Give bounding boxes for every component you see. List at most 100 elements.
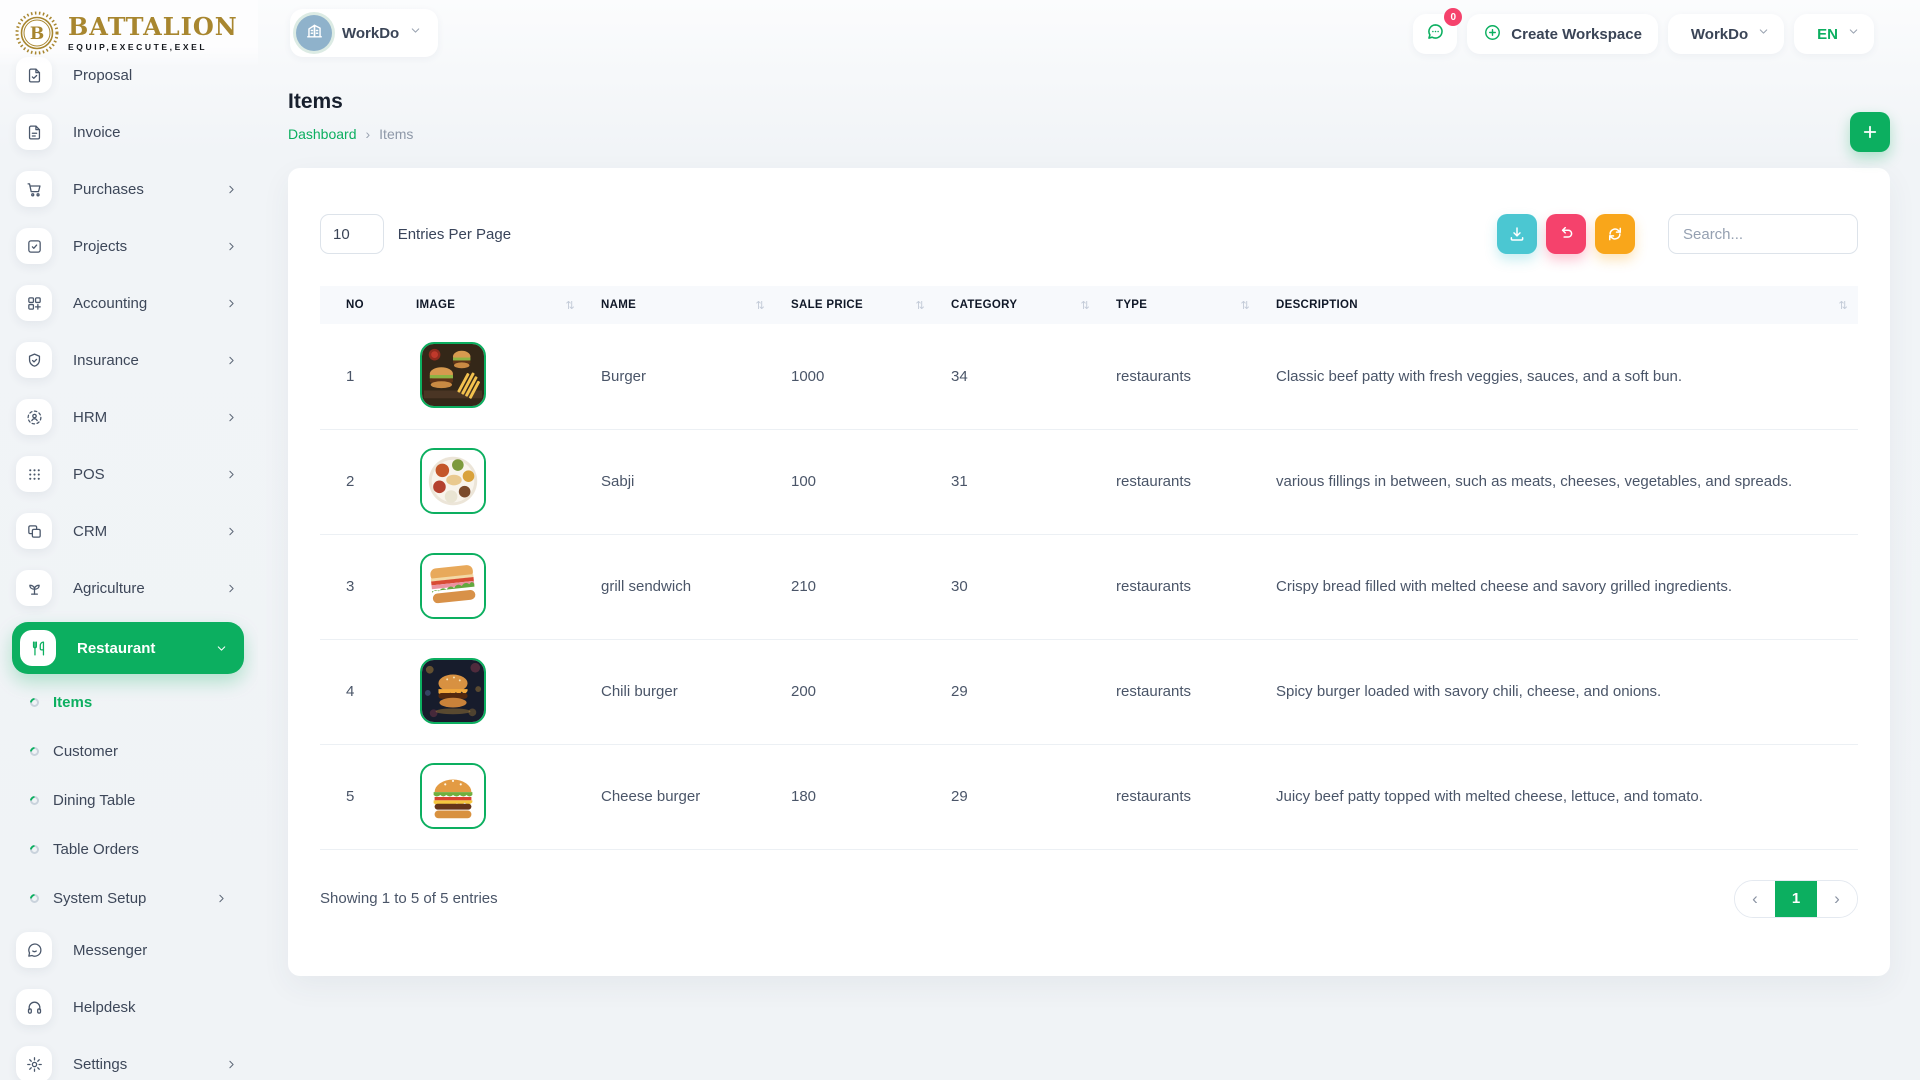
cell-name: Cheese burger (585, 744, 775, 849)
table-header: NOIMAGE⇅NAME⇅SALE PRICE⇅CATEGORY⇅TYPE⇅DE… (320, 286, 1858, 324)
sidebar-item-agriculture[interactable]: Agriculture (16, 565, 242, 611)
column-label: CATEGORY (951, 299, 1017, 311)
workspace-label: WorkDo (342, 25, 399, 42)
export-button[interactable] (1497, 214, 1537, 254)
toolbar-actions (1497, 214, 1858, 254)
item-image (420, 763, 486, 829)
sidebar-item-messenger[interactable]: Messenger (16, 927, 242, 973)
sidebar-item-projects[interactable]: Projects (16, 223, 242, 269)
cell-image (400, 429, 585, 534)
download-icon (1508, 225, 1526, 243)
cell-type: restaurants (1100, 429, 1260, 534)
cell-image (400, 324, 585, 429)
sidebar-item-label: Settings (73, 1056, 225, 1073)
refresh-button[interactable] (1595, 214, 1635, 254)
sidebar-item-items[interactable]: Items (30, 682, 232, 722)
sidebar-item-dining-table[interactable]: Dining Table (30, 780, 232, 820)
cell-no: 5 (320, 744, 400, 849)
items-table: NOIMAGE⇅NAME⇅SALE PRICE⇅CATEGORY⇅TYPE⇅DE… (320, 286, 1858, 850)
chevron-right-icon (215, 892, 228, 905)
sidebar-item-invoice[interactable]: Invoice (16, 109, 242, 155)
bullet-icon (28, 696, 41, 709)
bullet-icon (28, 892, 41, 905)
cell-type: restaurants (1100, 744, 1260, 849)
brand-logo[interactable]: B BATTALION EQUIP,EXECUTE,EXEL (0, 0, 258, 66)
messages-button[interactable]: 0 (1413, 14, 1457, 54)
sidebar-item-label: POS (73, 466, 225, 483)
chevron-down-icon (215, 642, 228, 655)
brand-name: BATTALION (68, 15, 238, 39)
pagination-page-1[interactable]: 1 (1775, 881, 1817, 917)
invoice-icon (16, 114, 52, 150)
bullet-icon (28, 794, 41, 807)
svg-text:B: B (30, 24, 44, 44)
sidebar-item-customer[interactable]: Customer (30, 731, 232, 771)
sidebar-item-insurance[interactable]: Insurance (16, 337, 242, 383)
sidebar-item-table-orders[interactable]: Table Orders (30, 829, 232, 869)
pagination-prev-button[interactable]: ‹ (1735, 881, 1775, 917)
cell-name: grill sendwich (585, 534, 775, 639)
sidebar-item-helpdesk[interactable]: Helpdesk (16, 984, 242, 1030)
sidebar-item-accounting[interactable]: Accounting (16, 280, 242, 326)
workspace-switcher[interactable]: WorkDo (290, 9, 438, 57)
workdo-apps-menu[interactable]: WorkDo (1668, 14, 1784, 54)
cell-category: 29 (935, 639, 1100, 744)
crm-icon (16, 513, 52, 549)
workspace-avatar (296, 15, 332, 51)
hrm-icon (16, 399, 52, 435)
restaurant-icon (20, 630, 56, 666)
main-content: Items Dashboard › Items 10 Entries Per P… (258, 66, 1920, 1080)
cell-category: 34 (935, 324, 1100, 429)
plus-circle-icon (1483, 23, 1502, 46)
column-label: NO (346, 299, 364, 311)
create-workspace-button[interactable]: Create Workspace (1467, 14, 1658, 54)
language-selector[interactable]: EN (1794, 14, 1874, 54)
create-workspace-label: Create Workspace (1511, 26, 1642, 43)
topbar: WorkDo 0 Create Workspace WorkDo EN (258, 0, 1920, 66)
sidebar-item-system-setup[interactable]: System Setup (30, 878, 232, 918)
sidebar-item-pos[interactable]: POS (16, 451, 242, 497)
column-header-type[interactable]: TYPE⇅ (1100, 286, 1260, 324)
table-footer: Showing 1 to 5 of 5 entries ‹ 1 › (320, 880, 1858, 918)
column-header-name[interactable]: NAME⇅ (585, 286, 775, 324)
page-header: Items Dashboard › Items (288, 66, 1890, 142)
column-header-description[interactable]: DESCRIPTION⇅ (1260, 286, 1858, 324)
agriculture-icon (16, 570, 52, 606)
entries-per-page-select[interactable]: 10 (320, 214, 384, 254)
undo-button[interactable] (1546, 214, 1586, 254)
add-item-button[interactable] (1850, 112, 1890, 152)
page-title: Items (288, 90, 1890, 114)
chevron-right-icon (225, 183, 238, 196)
column-label: DESCRIPTION (1276, 299, 1358, 311)
cell-description: Spicy burger loaded with savory chili, c… (1260, 639, 1858, 744)
language-code: EN (1817, 26, 1838, 43)
cell-no: 2 (320, 429, 400, 534)
search-input[interactable] (1668, 214, 1858, 254)
item-image (420, 342, 486, 408)
table-row: 1Burger100034restaurantsClassic beef pat… (320, 324, 1858, 429)
table-body: 1Burger100034restaurantsClassic beef pat… (320, 324, 1858, 849)
sidebar-item-label: Dining Table (53, 792, 232, 809)
projects-icon (16, 228, 52, 264)
column-header-image[interactable]: IMAGE⇅ (400, 286, 585, 324)
column-header-category[interactable]: CATEGORY⇅ (935, 286, 1100, 324)
pos-icon (16, 456, 52, 492)
sidebar-item-label: Customer (53, 743, 232, 760)
messenger-icon (16, 932, 52, 968)
sort-icon: ⇅ (755, 299, 765, 312)
chevron-down-icon (359, 226, 371, 243)
column-header-sale-price[interactable]: SALE PRICE⇅ (775, 286, 935, 324)
chevron-down-icon (409, 24, 422, 42)
sidebar-item-hrm[interactable]: HRM (16, 394, 242, 440)
sidebar-item-purchases[interactable]: Purchases (16, 166, 242, 212)
sidebar-item-settings[interactable]: Settings (16, 1041, 242, 1080)
brand-emblem-icon: B (14, 10, 60, 56)
cell-sale-price: 200 (775, 639, 935, 744)
helpdesk-icon (16, 989, 52, 1025)
pagination-next-button[interactable]: › (1817, 881, 1857, 917)
building-icon (305, 21, 324, 45)
breadcrumb-dashboard-link[interactable]: Dashboard (288, 126, 357, 142)
sidebar-item-restaurant[interactable]: Restaurant (12, 622, 244, 674)
sidebar-item-crm[interactable]: CRM (16, 508, 242, 554)
chevron-right-icon (225, 411, 238, 424)
